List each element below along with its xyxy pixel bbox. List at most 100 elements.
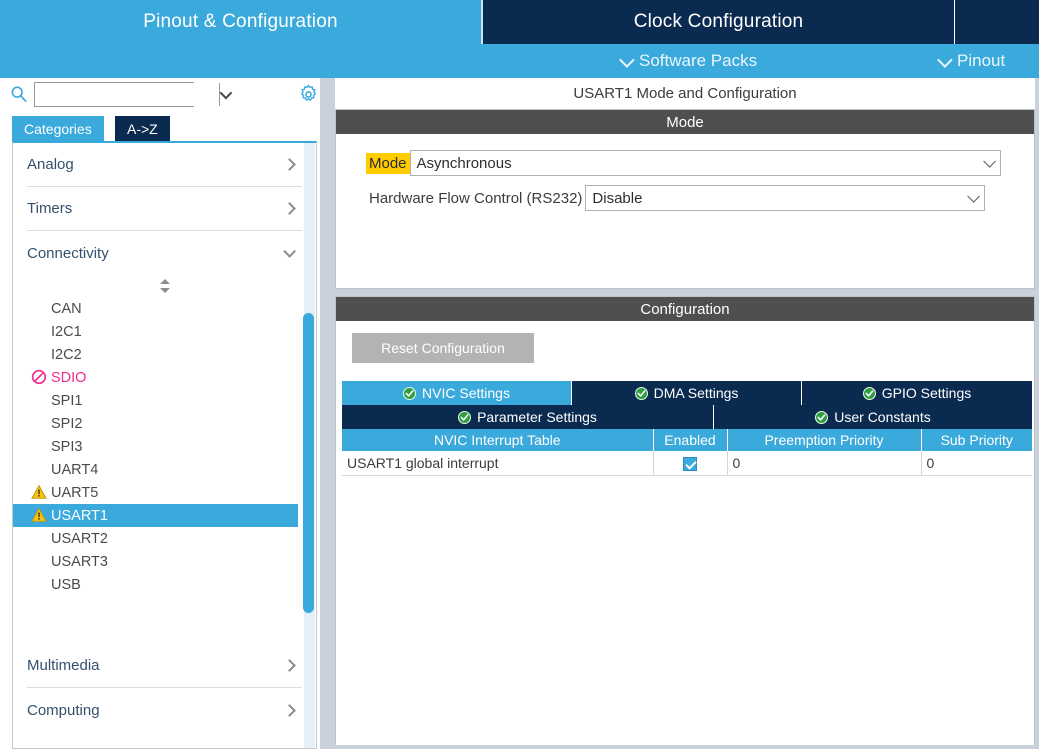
search-combo[interactable] (34, 82, 233, 107)
field-mode-label: Mode (366, 152, 410, 174)
chevron-right-icon (283, 703, 296, 717)
menu-pinout[interactable]: Pinout (937, 44, 1005, 78)
cell-preemption-priority[interactable]: 0 (727, 451, 922, 476)
chevron-down-icon (937, 51, 953, 68)
sidebar-search-row (0, 78, 331, 112)
sidebar-category-timers-label: Timers (27, 200, 73, 217)
list-item-i2c2[interactable]: I2C2 (13, 343, 316, 366)
sidebar-scrollbar-track[interactable] (303, 143, 315, 748)
list-item-usart1[interactable]: USART1 (13, 504, 298, 527)
search-dropdown-button[interactable] (219, 83, 233, 106)
mode-select[interactable]: Asynchronous (409, 150, 1001, 176)
warning-icon (31, 507, 47, 522)
list-item-uart4[interactable]: UART4 (13, 458, 316, 481)
gear-icon[interactable] (298, 84, 319, 105)
cubemx-window: Pinout & Configuration Clock Configurati… (0, 0, 1039, 749)
list-item-usart2[interactable]: USART2 (13, 527, 316, 550)
panel-divider[interactable] (320, 78, 331, 749)
sidebar-category-connectivity[interactable]: Connectivity (27, 231, 302, 275)
sidebar-tab-categories-label: Categories (24, 120, 92, 137)
warning-icon (31, 484, 47, 499)
list-item-label: USB (51, 576, 81, 593)
sidebar-tab-categories[interactable]: Categories (12, 116, 104, 141)
chevron-down-icon (619, 51, 635, 68)
sidebar-category-timers[interactable]: Timers (27, 187, 302, 231)
sidebar-category-analog[interactable]: Analog (27, 143, 302, 187)
mode-section-header-label: Mode (666, 113, 704, 131)
config-tabs-row-2: Parameter Settings User Constants (342, 405, 1032, 429)
list-item-spi1[interactable]: SPI1 (13, 389, 316, 412)
list-item-can[interactable]: CAN (13, 297, 316, 320)
cell-enabled[interactable] (653, 451, 728, 476)
check-circle-icon (815, 410, 829, 424)
tab-clock-configuration[interactable]: Clock Configuration (481, 0, 955, 44)
config-panel: Configuration Reset Configuration NVIC S… (335, 296, 1035, 745)
tab-user-constants[interactable]: User Constants (714, 405, 1032, 429)
list-item-label: SPI1 (51, 392, 83, 409)
peripheral-sidebar: Categories A->Z Analog Timers Connectivi… (0, 78, 331, 749)
tab-dma-settings[interactable]: DMA Settings (572, 381, 802, 405)
check-circle-icon (862, 386, 876, 400)
peripheral-list: CAN I2C1 I2C2 SDIO SPI1 SPI2 SPI3 UART4 … (13, 297, 316, 596)
list-item-label: SDIO (51, 369, 87, 386)
sidebar-scrollbar-thumb[interactable] (303, 313, 314, 613)
page-title-label: USART1 Mode and Configuration (573, 85, 797, 102)
list-item-usb[interactable]: USB (13, 573, 316, 596)
sidebar-tab-az-label: A->Z (127, 120, 158, 137)
tab-pinout-configuration[interactable]: Pinout & Configuration (0, 0, 481, 44)
list-item-spi3[interactable]: SPI3 (13, 435, 316, 458)
tab-nvic-settings[interactable]: NVIC Settings (342, 381, 572, 405)
check-circle-icon (458, 410, 472, 424)
sidebar-tab-az[interactable]: A->Z (115, 116, 170, 141)
column-header-nvic-interrupt-table[interactable]: NVIC Interrupt Table (342, 429, 654, 451)
sort-arrows-icon (159, 279, 170, 293)
sidebar-category-multimedia[interactable]: Multimedia (27, 644, 302, 688)
check-circle-icon (403, 386, 417, 400)
column-header-enabled[interactable]: Enabled (653, 429, 728, 451)
table-header-row: NVIC Interrupt Table Enabled Preemption … (342, 429, 1032, 451)
list-item-label: USART3 (51, 553, 108, 570)
sidebar-category-connectivity-label: Connectivity (27, 244, 109, 262)
list-item-spi2[interactable]: SPI2 (13, 412, 316, 435)
sidebar-category-multimedia-label: Multimedia (27, 657, 100, 674)
hardware-flow-control-select[interactable]: Disable (585, 185, 986, 211)
reset-configuration-label: Reset Configuration (381, 340, 505, 356)
tab-nvic-settings-label: NVIC Settings (422, 385, 510, 401)
table-row[interactable]: USART1 global interrupt 0 0 (342, 451, 1032, 476)
tab-parameter-settings-label: Parameter Settings (477, 409, 597, 425)
chevron-right-icon (283, 202, 296, 215)
list-item-usart3[interactable]: USART3 (13, 550, 316, 573)
tab-gpio-settings[interactable]: GPIO Settings (802, 381, 1032, 405)
column-header-preemption-priority[interactable]: Preemption Priority (727, 429, 922, 451)
chevron-down-icon (219, 86, 233, 100)
configuration-panel: USART1 Mode and Configuration Mode Mode … (331, 78, 1039, 749)
list-sort-handle[interactable] (13, 275, 316, 297)
peripheral-tree: Analog Timers Connectivity CAN I2C1 I2C2… (12, 141, 317, 749)
tab-parameter-settings[interactable]: Parameter Settings (342, 405, 714, 429)
mode-panel-body: Mode Asynchronous Hardware Flow Control … (336, 134, 1034, 284)
list-item-label: SPI3 (51, 438, 83, 455)
menu-software-packs[interactable]: Software Packs (619, 44, 757, 78)
tab-project-manager[interactable] (955, 0, 1039, 44)
field-mode: Mode Asynchronous (366, 150, 1001, 176)
config-section-header: Configuration (336, 297, 1034, 321)
cell-sub-priority[interactable]: 0 (921, 451, 1032, 476)
sidebar-category-computing-label: Computing (27, 701, 100, 719)
search-input[interactable] (35, 83, 219, 106)
top-tab-bar: Pinout & Configuration Clock Configurati… (0, 0, 1039, 78)
tab-user-constants-label: User Constants (834, 409, 931, 425)
list-item-label: I2C1 (51, 323, 82, 340)
search-icon (11, 86, 27, 103)
field-hardware-flow-control-label: Hardware Flow Control (RS232) (369, 189, 583, 207)
chevron-down-icon (283, 244, 296, 258)
sidebar-category-computing[interactable]: Computing (27, 688, 302, 732)
list-item-sdio[interactable]: SDIO (13, 366, 316, 389)
chevron-down-icon (967, 189, 981, 203)
tab-pinout-configuration-label: Pinout & Configuration (143, 11, 338, 32)
reset-configuration-button[interactable]: Reset Configuration (352, 333, 534, 363)
list-item-label: UART4 (51, 461, 99, 478)
enabled-checkbox[interactable] (683, 456, 697, 471)
list-item-uart5[interactable]: UART5 (13, 481, 316, 504)
list-item-i2c1[interactable]: I2C1 (13, 320, 316, 343)
column-header-sub-priority[interactable]: Sub Priority (921, 429, 1032, 451)
